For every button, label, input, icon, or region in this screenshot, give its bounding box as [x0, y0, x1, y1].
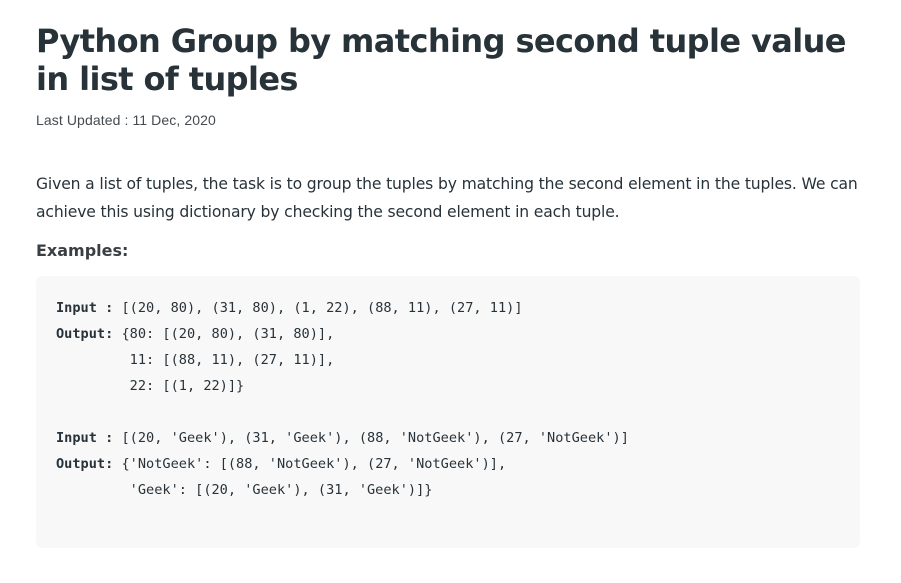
example2-input-line: Input : [(20, 'Geek'), (31, 'Geek'), (88… — [56, 425, 840, 451]
examples-heading: Examples: — [36, 241, 129, 260]
input-label: Input : — [56, 430, 114, 446]
last-updated: Last Updated : 11 Dec, 2020 — [36, 112, 216, 128]
example1-output-line: Output: {80: [(20, 80), (31, 80)], — [56, 321, 840, 347]
input-value: [(20, 'Geek'), (31, 'Geek'), (88, 'NotGe… — [113, 430, 629, 446]
example2-output-continuation: 'Geek': [(20, 'Geek'), (31, 'Geek')]} — [56, 482, 433, 498]
output-label: Output: — [56, 326, 114, 342]
output-value: {80: [(20, 80), (31, 80)], — [113, 326, 335, 342]
input-value: [(20, 80), (31, 80), (1, 22), (88, 11), … — [113, 300, 523, 316]
intro-paragraph: Given a list of tuples, the task is to g… — [36, 175, 858, 221]
article: Python Group by matching second tuple va… — [36, 0, 866, 548]
example2-output-line: Output: {'NotGeek': [(88, 'NotGeek'), (2… — [56, 451, 840, 477]
output-value: {'NotGeek': [(88, 'NotGeek'), (27, 'NotG… — [113, 456, 507, 472]
example1-output-continuation: 11: [(88, 11), (27, 11)], — [56, 352, 335, 368]
code-spacer — [56, 399, 840, 425]
example1-input-line: Input : [(20, 80), (31, 80), (1, 22), (8… — [56, 295, 840, 321]
article-title: Python Group by matching second tuple va… — [36, 22, 846, 98]
input-label: Input : — [56, 300, 114, 316]
example1-output-continuation: 22: [(1, 22)]} — [56, 378, 245, 394]
code-block: Input : [(20, 80), (31, 80), (1, 22), (8… — [36, 276, 860, 548]
output-label: Output: — [56, 456, 114, 472]
